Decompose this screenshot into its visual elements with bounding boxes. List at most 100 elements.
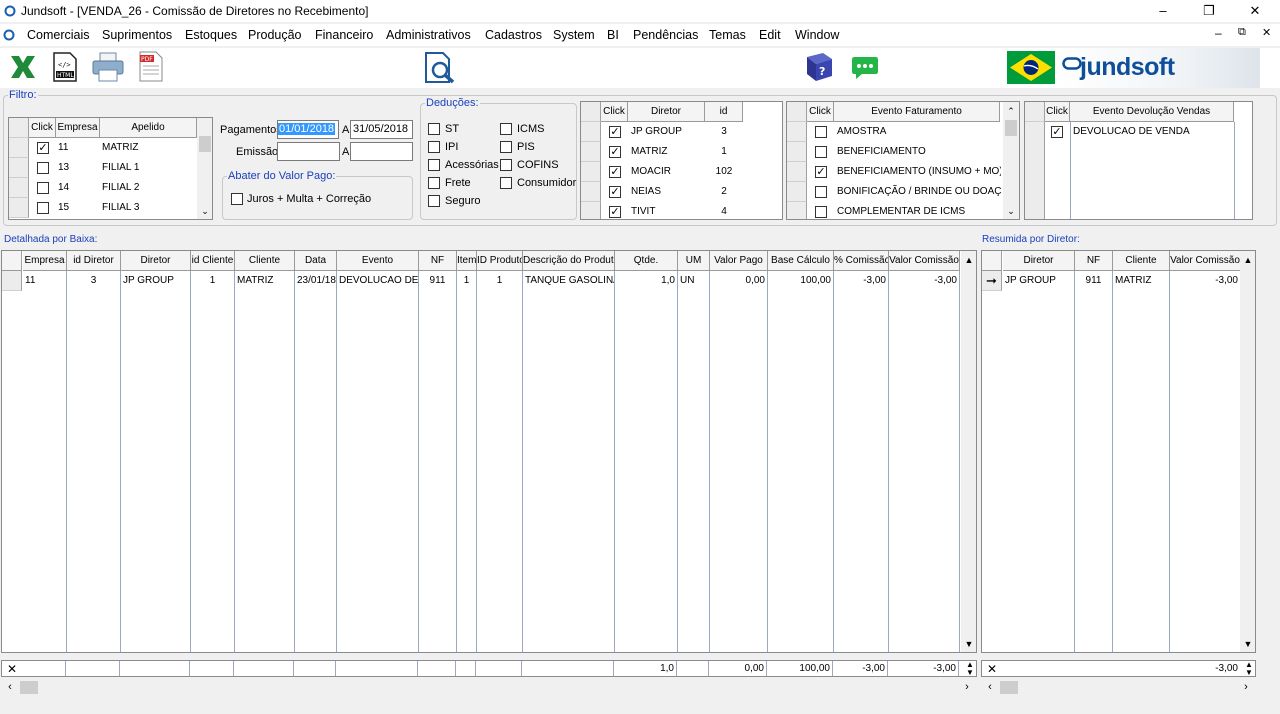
child-restore-button[interactable]: ⧉	[1238, 26, 1246, 39]
detalhada-header[interactable]: UM	[678, 251, 710, 271]
spinner-icon[interactable]: ▲ ▼	[1243, 661, 1255, 677]
detalhada-header[interactable]: Data	[295, 251, 337, 271]
checkbox[interactable]	[428, 123, 440, 135]
checkbox[interactable]: ✓	[609, 206, 621, 218]
company-scrollbar[interactable]: ⌄	[197, 118, 212, 219]
checkbox[interactable]	[37, 182, 49, 194]
checkbox[interactable]	[815, 126, 827, 138]
emissao-to-input[interactable]	[350, 142, 413, 161]
checkbox[interactable]: ✓	[1051, 126, 1063, 138]
menu-cadastros[interactable]: Cadastros	[485, 28, 542, 42]
detalhada-header[interactable]: Cliente	[235, 251, 295, 271]
menu-window[interactable]: Window	[795, 28, 839, 42]
menu-comerciais[interactable]: Comerciais	[27, 28, 90, 42]
detalhada-row-indicator[interactable]	[2, 271, 22, 291]
checkbox[interactable]: ✓	[609, 186, 621, 198]
menu-administrativos[interactable]: Administrativos	[386, 28, 471, 42]
detalhada-header[interactable]: Descrição do Produto	[523, 251, 615, 271]
detalhada-header[interactable]: NF	[419, 251, 457, 271]
scroll-left-icon[interactable]: ‹	[984, 680, 996, 694]
detalhada-header[interactable]: Empresa	[23, 251, 67, 271]
menu-system[interactable]: System	[553, 28, 595, 42]
scroll-left-icon[interactable]: ‹	[4, 680, 16, 694]
menu-pendencias[interactable]: Pendências	[633, 28, 698, 42]
pagamentos-from-input[interactable]: 01/01/2018	[277, 120, 339, 139]
row-indicator[interactable]	[787, 142, 807, 162]
checkbox[interactable]	[815, 206, 827, 218]
emissao-from-input[interactable]	[277, 142, 340, 161]
scroll-up-icon[interactable]: ▲	[963, 253, 975, 267]
detalhada-header[interactable]: Diretor	[121, 251, 191, 271]
juros-checkbox[interactable]	[231, 193, 243, 205]
resumida-hscroll[interactable]: ‹ ›	[981, 679, 1256, 696]
row-indicator[interactable]	[9, 178, 29, 198]
row-indicator[interactable]	[1025, 122, 1045, 219]
resumida-header[interactable]: Valor Comissão	[1170, 251, 1241, 271]
menu-bi[interactable]: BI	[607, 28, 619, 42]
checkbox[interactable]	[815, 146, 827, 158]
spinner-icon[interactable]: ▲ ▼	[964, 661, 976, 677]
minimize-button[interactable]: –	[1140, 0, 1186, 22]
detalhada-header[interactable]: Item	[457, 251, 477, 271]
detalhada-header[interactable]: id Diretor	[67, 251, 121, 271]
row-indicator[interactable]	[581, 122, 601, 142]
maximize-button[interactable]: ❐	[1186, 0, 1232, 22]
detalhada-header[interactable]: Valor Comissão	[889, 251, 960, 271]
detalhada-header[interactable]: id Cliente	[191, 251, 235, 271]
scroll-right-icon[interactable]: ›	[1240, 680, 1252, 694]
menu-producao[interactable]: Produção	[248, 28, 302, 42]
row-indicator[interactable]	[581, 142, 601, 162]
scroll-up-icon[interactable]: ⌃	[1005, 104, 1017, 118]
menu-estoques[interactable]: Estoques	[185, 28, 237, 42]
detalhada-hscroll[interactable]: ‹ ›	[1, 679, 977, 696]
checkbox[interactable]	[428, 195, 440, 207]
menu-edit[interactable]: Edit	[759, 28, 781, 42]
html-icon[interactable]: </> HTML	[53, 52, 77, 82]
checkbox[interactable]	[500, 177, 512, 189]
resumida-header[interactable]: NF	[1075, 251, 1113, 271]
checkbox[interactable]	[500, 141, 512, 153]
menu-suprimentos[interactable]: Suprimentos	[102, 28, 172, 42]
checkbox[interactable]	[428, 141, 440, 153]
checkbox[interactable]: ✓	[609, 146, 621, 158]
checkbox[interactable]	[500, 159, 512, 171]
detalhada-header[interactable]: Base Cálculo	[768, 251, 834, 271]
print-icon[interactable]	[92, 52, 124, 82]
detalhada-vscroll[interactable]: ▲ ▼	[961, 251, 976, 652]
row-indicator[interactable]	[581, 202, 601, 219]
detalhada-header[interactable]: Qtde.	[615, 251, 678, 271]
row-indicator[interactable]	[787, 202, 807, 219]
checkbox[interactable]	[815, 186, 827, 198]
row-indicator[interactable]	[787, 162, 807, 182]
pdf-icon[interactable]: PDF	[139, 51, 163, 82]
scroll-down-icon[interactable]: ▼	[963, 637, 975, 651]
detalhada-header[interactable]: ID Produto	[477, 251, 523, 271]
menu-temas[interactable]: Temas	[709, 28, 746, 42]
checkbox[interactable]	[428, 159, 440, 171]
checkbox[interactable]	[500, 123, 512, 135]
preview-search-icon[interactable]	[423, 51, 459, 85]
row-indicator[interactable]	[9, 198, 29, 218]
totals-close-icon[interactable]: ✕	[5, 659, 19, 679]
checkbox[interactable]	[37, 162, 49, 174]
chat-icon[interactable]	[850, 55, 880, 81]
child-close-button[interactable]: ✕	[1262, 26, 1271, 39]
checkbox[interactable]: ✓	[815, 166, 827, 178]
totals-close-icon[interactable]: ✕	[985, 659, 999, 679]
resumida-vscroll[interactable]: ▲ ▼	[1240, 251, 1255, 652]
checkbox[interactable]: ✓	[37, 142, 49, 154]
menu-financeiro[interactable]: Financeiro	[315, 28, 373, 42]
help-book-icon[interactable]: ?	[803, 51, 835, 83]
current-row-arrow-icon[interactable]: ➞	[982, 271, 1002, 291]
row-indicator[interactable]	[9, 158, 29, 178]
row-indicator[interactable]	[581, 162, 601, 182]
detalhada-header[interactable]: Valor Pago	[710, 251, 768, 271]
resumida-header[interactable]: Cliente	[1113, 251, 1170, 271]
checkbox[interactable]: ✓	[609, 126, 621, 138]
checkbox[interactable]	[428, 177, 440, 189]
scroll-down-icon[interactable]: ▼	[1242, 637, 1254, 651]
detalhada-header[interactable]: % Comissão	[834, 251, 889, 271]
row-indicator[interactable]	[581, 182, 601, 202]
close-button[interactable]: ✕	[1232, 0, 1278, 22]
pagamentos-to-input[interactable]: 31/05/2018	[350, 120, 413, 139]
